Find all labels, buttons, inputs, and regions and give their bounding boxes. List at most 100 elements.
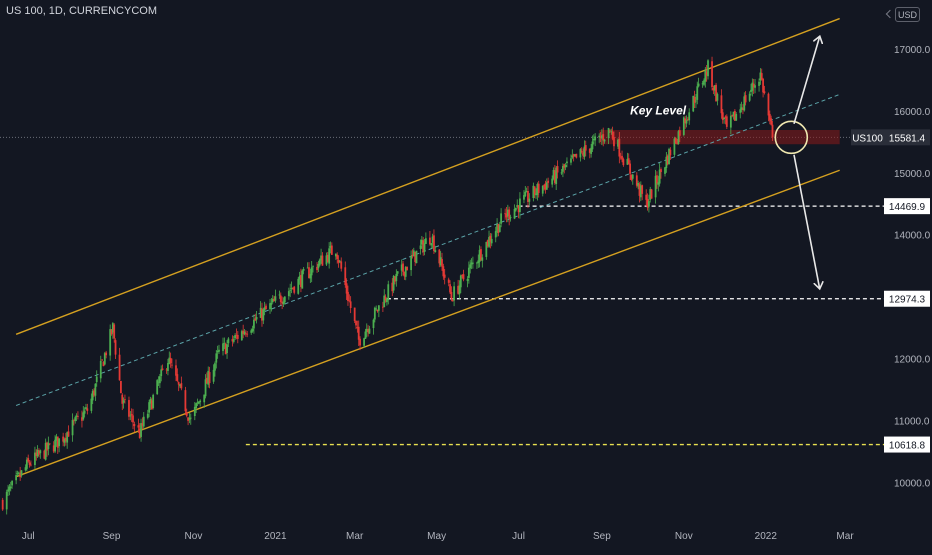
candle-body	[509, 216, 512, 219]
candle	[101, 359, 104, 362]
candle-body	[297, 278, 300, 294]
candle-body	[466, 279, 469, 281]
candle	[180, 376, 183, 391]
candle-body	[395, 273, 398, 282]
candle	[579, 148, 582, 162]
candle-body	[363, 338, 365, 346]
candle-body	[176, 374, 179, 381]
candle-body	[441, 258, 443, 267]
candle	[67, 425, 70, 437]
candle	[142, 412, 145, 430]
candle	[47, 436, 50, 456]
candle-body	[490, 238, 493, 244]
candle-body	[744, 95, 747, 103]
candle	[490, 233, 493, 247]
candle-body	[180, 383, 183, 389]
candle-body	[453, 286, 455, 301]
price-chart[interactable]: Key Level Jul Sep Nov 2021 Mar May Jul Sep Nov 20…	[0, 0, 932, 550]
candle	[424, 232, 427, 245]
candle	[222, 337, 224, 356]
level-price-badge-text: 12974.3	[889, 295, 926, 306]
candle-body	[255, 317, 258, 320]
candle-body	[594, 136, 597, 141]
key-level-layer: Key Level	[599, 104, 840, 145]
candle-body	[547, 180, 550, 183]
candle-body	[90, 398, 93, 411]
candle-body	[5, 491, 8, 510]
direction-arrow	[793, 154, 820, 288]
candle-body	[760, 73, 763, 80]
candle	[650, 188, 653, 199]
candle-body	[67, 431, 70, 437]
candle	[218, 344, 220, 354]
candle	[462, 269, 465, 282]
x-tick-label: Jul	[512, 531, 525, 542]
candle-body	[449, 284, 451, 293]
candle-body	[364, 331, 367, 339]
candle-body	[613, 136, 615, 147]
candle-body	[236, 334, 239, 339]
candle-body	[377, 305, 380, 311]
currency-button[interactable]: USD	[895, 7, 920, 22]
candle-body	[560, 172, 563, 174]
candle-body	[353, 307, 356, 322]
candle	[156, 378, 159, 395]
candle	[152, 393, 155, 410]
annotation-layer	[774, 37, 820, 288]
candle-body	[641, 185, 644, 194]
candle-body	[711, 61, 713, 88]
candle	[269, 298, 271, 314]
candle-body	[415, 250, 418, 264]
candle-body	[602, 134, 605, 141]
candle	[340, 257, 343, 272]
candle	[575, 153, 578, 159]
candle-body	[647, 201, 650, 207]
candle-body	[570, 158, 572, 163]
candle	[658, 163, 661, 187]
candle	[128, 396, 130, 421]
candle-body	[697, 83, 700, 87]
candle-body	[674, 137, 677, 144]
x-tick-label: Nov	[675, 531, 693, 542]
candle-body	[650, 189, 653, 199]
candle-body	[693, 96, 696, 103]
candle-body	[195, 403, 198, 409]
candle-body	[387, 284, 390, 301]
candle	[527, 185, 529, 208]
x-tick-label: Sep	[593, 531, 611, 542]
chart-area[interactable]: Key Level Jul Sep Nov 2021 Mar May Jul Sep Nov 20…	[0, 0, 932, 550]
candle	[184, 386, 187, 416]
candle	[244, 330, 247, 337]
candle-body	[607, 128, 610, 139]
candle-body	[9, 486, 12, 489]
candle	[34, 446, 36, 470]
candle-body	[175, 365, 177, 376]
candle	[161, 364, 164, 371]
candle-body	[348, 300, 351, 302]
price-axis-background	[884, 0, 932, 550]
candle	[760, 68, 763, 81]
candle-body	[720, 95, 723, 114]
candle-body	[223, 342, 226, 344]
candle	[236, 331, 239, 344]
candle	[255, 310, 258, 324]
candle	[641, 184, 644, 201]
y-tick-label: 12000.0	[894, 355, 931, 366]
candle-body	[222, 343, 224, 352]
candle-body	[336, 254, 339, 260]
time-axis: Jul Sep Nov 2021 Mar May Jul Sep Nov 2022 Mar	[22, 531, 854, 542]
candle-body	[688, 112, 691, 121]
candle-body	[430, 243, 433, 246]
candle	[723, 117, 726, 124]
candle	[243, 328, 246, 336]
candle-body	[199, 400, 202, 403]
level-price-badge-text: 14469.9	[889, 202, 926, 213]
candle-body	[767, 93, 770, 116]
candle-body	[716, 94, 719, 101]
y-tick-label: 14000.0	[894, 231, 931, 242]
candle	[301, 269, 304, 289]
candle-body	[312, 266, 314, 268]
candle-body	[575, 153, 578, 158]
candle-body	[74, 417, 77, 421]
candle-body	[169, 358, 172, 364]
